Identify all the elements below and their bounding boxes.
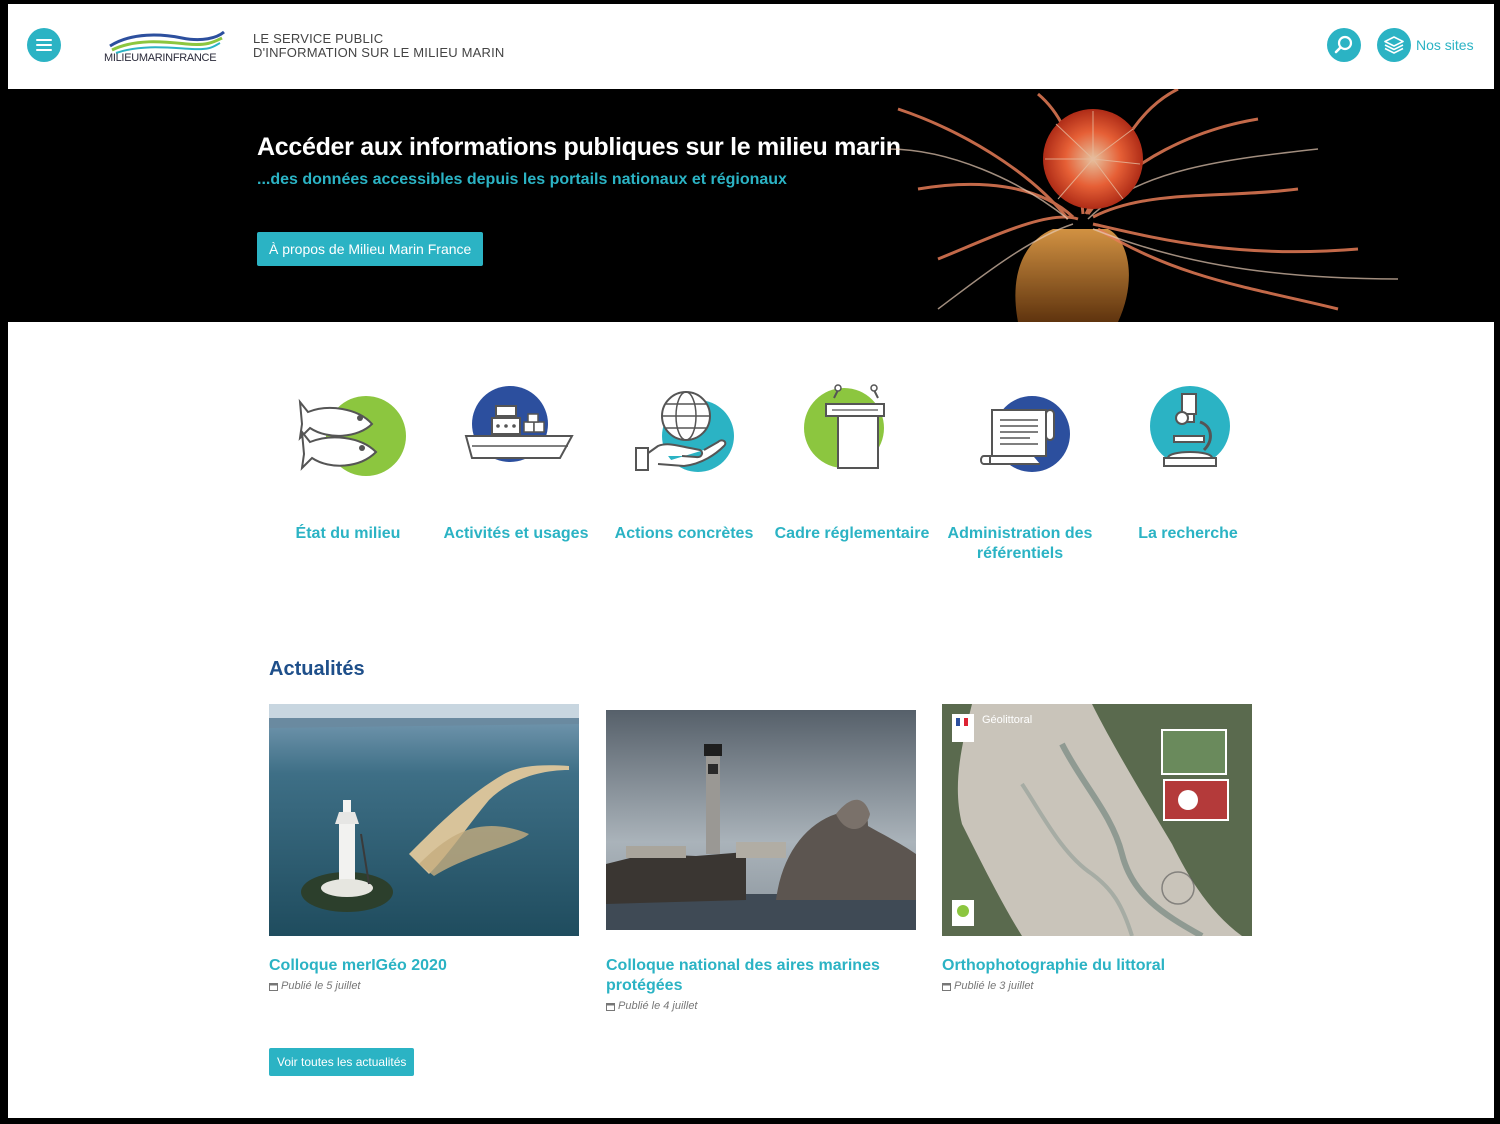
news-date: Publié le 4 juillet — [606, 1000, 916, 1012]
logo-text: MILIEUMARINFRANCE — [104, 52, 217, 64]
news-card[interactable]: Colloque merIGéo 2020 Publié le 5 juille… — [269, 704, 579, 992]
theme-label: La recherche — [1138, 525, 1238, 542]
site-header: MILIEUMARINFRANCE LE SERVICE PUBLIC D'IN… — [8, 4, 1494, 89]
calendar-icon — [942, 982, 951, 991]
theme-label: Activités et usages — [443, 525, 589, 542]
theme-reference-administration[interactable]: Administration des référentiels — [936, 384, 1104, 564]
lighthouse-island-photo[interactable] — [269, 704, 579, 936]
theme-label: Actions concrètes — [614, 525, 754, 542]
globe-hand-icon — [635, 391, 734, 472]
news-date: Publié le 5 juillet — [269, 980, 579, 992]
calendar-icon — [269, 982, 278, 991]
hamburger-icon — [36, 39, 52, 51]
tagline-line-1: LE SERVICE PUBLIC — [253, 31, 384, 46]
microscope-icon — [1150, 386, 1230, 467]
news-card[interactable]: Géolittoral Orthophotographie du littora… — [942, 704, 1252, 992]
theme-concrete-actions[interactable]: Actions concrètes — [600, 384, 768, 544]
site-tagline: LE SERVICE PUBLIC D'INFORMATION SUR LE M… — [253, 32, 505, 60]
news-title[interactable]: Colloque national des aires marines prot… — [606, 956, 916, 996]
theme-regulatory-framework[interactable]: Cadre réglementaire — [768, 384, 936, 544]
news-date: Publié le 3 juillet — [942, 980, 1252, 992]
podium-icon — [804, 384, 885, 469]
all-news-button[interactable]: Voir toutes les actualités — [269, 1048, 415, 1076]
news-title[interactable]: Colloque merIGéo 2020 — [269, 956, 579, 976]
theme-label: Cadre réglementaire — [774, 525, 930, 542]
hero-title: Accéder aux informations publiques sur l… — [257, 133, 901, 161]
aerial-coast-poster[interactable] — [942, 704, 1252, 936]
theme-activities-uses[interactable]: Activités et usages — [432, 384, 600, 544]
menu-button[interactable] — [27, 28, 61, 62]
page: MILIEUMARINFRANCE LE SERVICE PUBLIC D'IN… — [8, 4, 1494, 1118]
ship-icon — [464, 386, 574, 462]
news-card[interactable]: Colloque national des aires marines prot… — [606, 704, 916, 1012]
hero-subtitle: ...des données accessibles depuis les po… — [257, 171, 787, 188]
theme-state-of-environment[interactable]: État du milieu — [264, 384, 432, 544]
our-sites-label: Nos sites — [1416, 37, 1474, 53]
news-date-text: Publié le 5 juillet — [281, 980, 361, 992]
theme-research[interactable]: La recherche — [1104, 384, 1272, 544]
about-button[interactable]: À propos de Milieu Marin France — [257, 232, 484, 266]
news-title[interactable]: Orthophotographie du littoral — [942, 956, 1252, 976]
layers-icon — [1377, 28, 1411, 62]
tagline-line-2: D'INFORMATION SUR LE MILIEU MARIN — [253, 45, 505, 60]
news-date-text: Publié le 4 juillet — [618, 1000, 698, 1012]
lighthouse-rocks-photo[interactable] — [606, 704, 916, 936]
search-button[interactable] — [1327, 28, 1361, 62]
theme-label: État du milieu — [295, 525, 401, 542]
our-sites-button[interactable]: Nos sites — [1377, 28, 1474, 62]
hero-banner: Accéder aux informations publiques sur l… — [8, 89, 1494, 322]
news-date-text: Publié le 3 juillet — [954, 980, 1034, 992]
news-section-title: Actualités — [269, 658, 365, 680]
poster-caption: Géolittoral — [982, 714, 1033, 726]
calendar-icon — [606, 1002, 615, 1011]
search-icon — [1334, 35, 1353, 54]
theme-grid: État du milieu Activités et usages Actio… — [264, 384, 1259, 584]
theme-label: Administration des référentiels — [947, 525, 1093, 562]
sea-worm-image — [887, 89, 1399, 322]
fish-icon — [298, 396, 406, 476]
scroll-icon — [980, 396, 1070, 472]
